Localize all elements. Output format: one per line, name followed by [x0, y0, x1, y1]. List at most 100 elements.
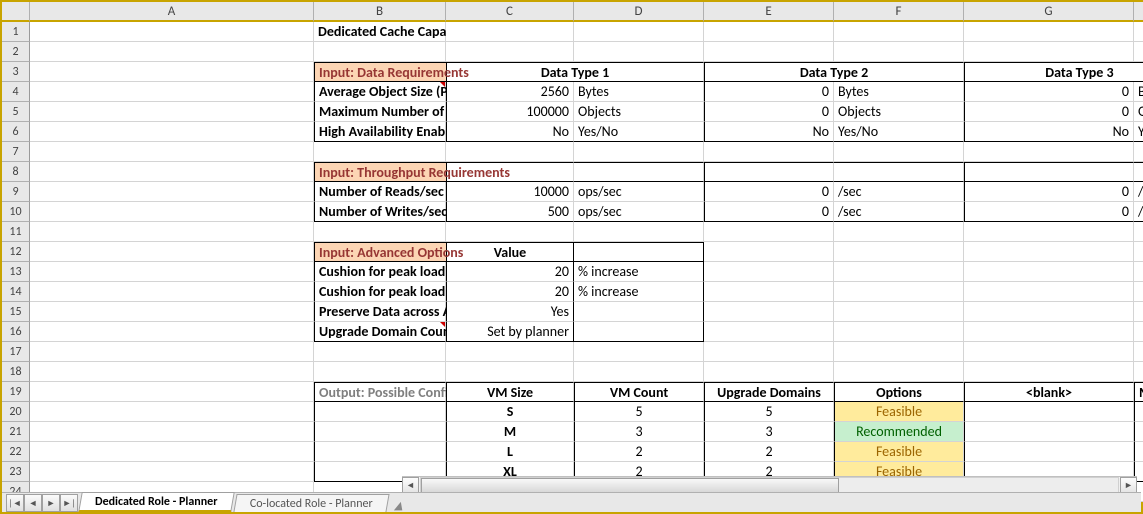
cell-A10[interactable]: [30, 202, 314, 222]
cell-E6[interactable]: No: [704, 122, 834, 142]
cell-D22[interactable]: 2: [574, 442, 704, 462]
cell-B22[interactable]: [314, 442, 446, 462]
cell-H19[interactable]: Message: [1134, 382, 1143, 402]
row-header-13[interactable]: 13: [2, 262, 30, 282]
cell-B11[interactable]: [314, 222, 446, 242]
cell-C18[interactable]: [446, 362, 574, 382]
cell-A22[interactable]: [30, 442, 314, 462]
cell-A3[interactable]: [30, 62, 314, 82]
cell-D21[interactable]: 3: [574, 422, 704, 442]
cell-C4[interactable]: 2560: [446, 82, 574, 102]
cell-A23[interactable]: [30, 462, 314, 482]
cell-F1[interactable]: [834, 22, 964, 42]
cell-H11[interactable]: [1134, 222, 1143, 242]
cell-E22[interactable]: 2: [704, 442, 834, 462]
cell-F17[interactable]: [834, 342, 964, 362]
cell-G2[interactable]: [964, 42, 1134, 62]
cell-C5[interactable]: 100000: [446, 102, 574, 122]
column-header-G[interactable]: G: [964, 2, 1134, 22]
cell-G5[interactable]: 0: [964, 102, 1134, 122]
section-data-requirements[interactable]: Input: Data Requirements: [314, 62, 446, 82]
row-header-8[interactable]: 8: [2, 162, 30, 182]
row-header-7[interactable]: 7: [2, 142, 30, 162]
cell-F13[interactable]: [834, 262, 964, 282]
cell-D13[interactable]: % increase: [574, 262, 704, 282]
cell-G7[interactable]: [964, 142, 1134, 162]
tab-nav-prev[interactable]: ◄: [24, 494, 42, 512]
cell-F7[interactable]: [834, 142, 964, 162]
cell-G13[interactable]: [964, 262, 1134, 282]
cell-C19[interactable]: VM Size: [446, 382, 574, 402]
cell-G18[interactable]: [964, 362, 1134, 382]
cell-E1[interactable]: [704, 22, 834, 42]
cell-A4[interactable]: [30, 82, 314, 102]
column-header-B[interactable]: B: [314, 2, 446, 22]
cell-H22[interactable]: [1134, 442, 1143, 462]
cell-E18[interactable]: [704, 362, 834, 382]
cell-C20[interactable]: S: [446, 402, 574, 422]
cell-F6[interactable]: Yes/No: [834, 122, 964, 142]
cell-B17[interactable]: [314, 342, 446, 362]
cell-F9[interactable]: /sec: [834, 182, 964, 202]
column-header-E[interactable]: E: [704, 2, 834, 22]
cell-C16[interactable]: Set by planner: [446, 322, 574, 342]
cell-H15[interactable]: [1134, 302, 1143, 322]
cell-B13[interactable]: Cushion for peak load - Data: [314, 262, 446, 282]
column-header-H[interactable]: H: [1134, 2, 1143, 22]
cell-B9[interactable]: Number of Reads/sec: [314, 182, 446, 202]
cell-G22[interactable]: [964, 442, 1134, 462]
cell-D14[interactable]: % increase: [574, 282, 704, 302]
cell-G11[interactable]: [964, 222, 1134, 242]
cell-A11[interactable]: [30, 222, 314, 242]
cell-A1[interactable]: [30, 22, 314, 42]
section-advanced[interactable]: Input: Advanced Options: [314, 242, 446, 262]
cell-D17[interactable]: [574, 342, 704, 362]
cell-A14[interactable]: [30, 282, 314, 302]
row-header-22[interactable]: 22: [2, 442, 30, 462]
data-type-header-1[interactable]: Data Type 1: [446, 62, 704, 82]
row-header-12[interactable]: 12: [2, 242, 30, 262]
cell-A5[interactable]: [30, 102, 314, 122]
cell-C14[interactable]: 20: [446, 282, 574, 302]
cell-E14[interactable]: [704, 282, 834, 302]
row-header-16[interactable]: 16: [2, 322, 30, 342]
data-type-header-2[interactable]: Data Type 2: [704, 62, 964, 82]
cell-F10[interactable]: /sec: [834, 202, 964, 222]
cell-F2[interactable]: [834, 42, 964, 62]
cell-F15[interactable]: [834, 302, 964, 322]
cell-F16[interactable]: [834, 322, 964, 342]
row-header-2[interactable]: 2: [2, 42, 30, 62]
select-all-corner[interactable]: [2, 2, 30, 22]
cell-D2[interactable]: [574, 42, 704, 62]
cell-D18[interactable]: [574, 362, 704, 382]
cell-B7[interactable]: [314, 142, 446, 162]
cell-D5[interactable]: Objects: [574, 102, 704, 122]
cell-A19[interactable]: [30, 382, 314, 402]
cell-F4[interactable]: Bytes: [834, 82, 964, 102]
cell-E11[interactable]: [704, 222, 834, 242]
row-header-4[interactable]: 4: [2, 82, 30, 102]
cell-A20[interactable]: [30, 402, 314, 422]
tab-colocated-role[interactable]: Co-located Role - Planner: [233, 494, 389, 512]
cell-D12[interactable]: [574, 242, 704, 262]
label-maximum-number-of-objects[interactable]: Maximum Number of Objects: [314, 102, 446, 122]
cell-E15[interactable]: [704, 302, 834, 322]
cell-E4[interactable]: 0: [704, 82, 834, 102]
data-type-header-3[interactable]: Data Type 3: [964, 62, 1143, 82]
cell-E20[interactable]: 5: [704, 402, 834, 422]
cell-E5[interactable]: 0: [704, 102, 834, 122]
cell-D1[interactable]: [574, 22, 704, 42]
cell-H21[interactable]: [1134, 422, 1143, 442]
cell-D9[interactable]: ops/sec: [574, 182, 704, 202]
section-output[interactable]: Output: Possible Configurations: [314, 382, 446, 402]
cell-E12[interactable]: [704, 242, 834, 262]
cell-C12[interactable]: Value: [446, 242, 574, 262]
column-header-F[interactable]: F: [834, 2, 964, 22]
scroll-thumb[interactable]: [421, 478, 839, 493]
cell-B15[interactable]: Preserve Data across Azure Updates: [314, 302, 446, 322]
cell-A17[interactable]: [30, 342, 314, 362]
tab-nav-last[interactable]: ►|: [60, 494, 78, 512]
cell-E17[interactable]: [704, 342, 834, 362]
cell-E19[interactable]: Upgrade Domains: [704, 382, 834, 402]
cell-G9[interactable]: 0: [964, 182, 1134, 202]
